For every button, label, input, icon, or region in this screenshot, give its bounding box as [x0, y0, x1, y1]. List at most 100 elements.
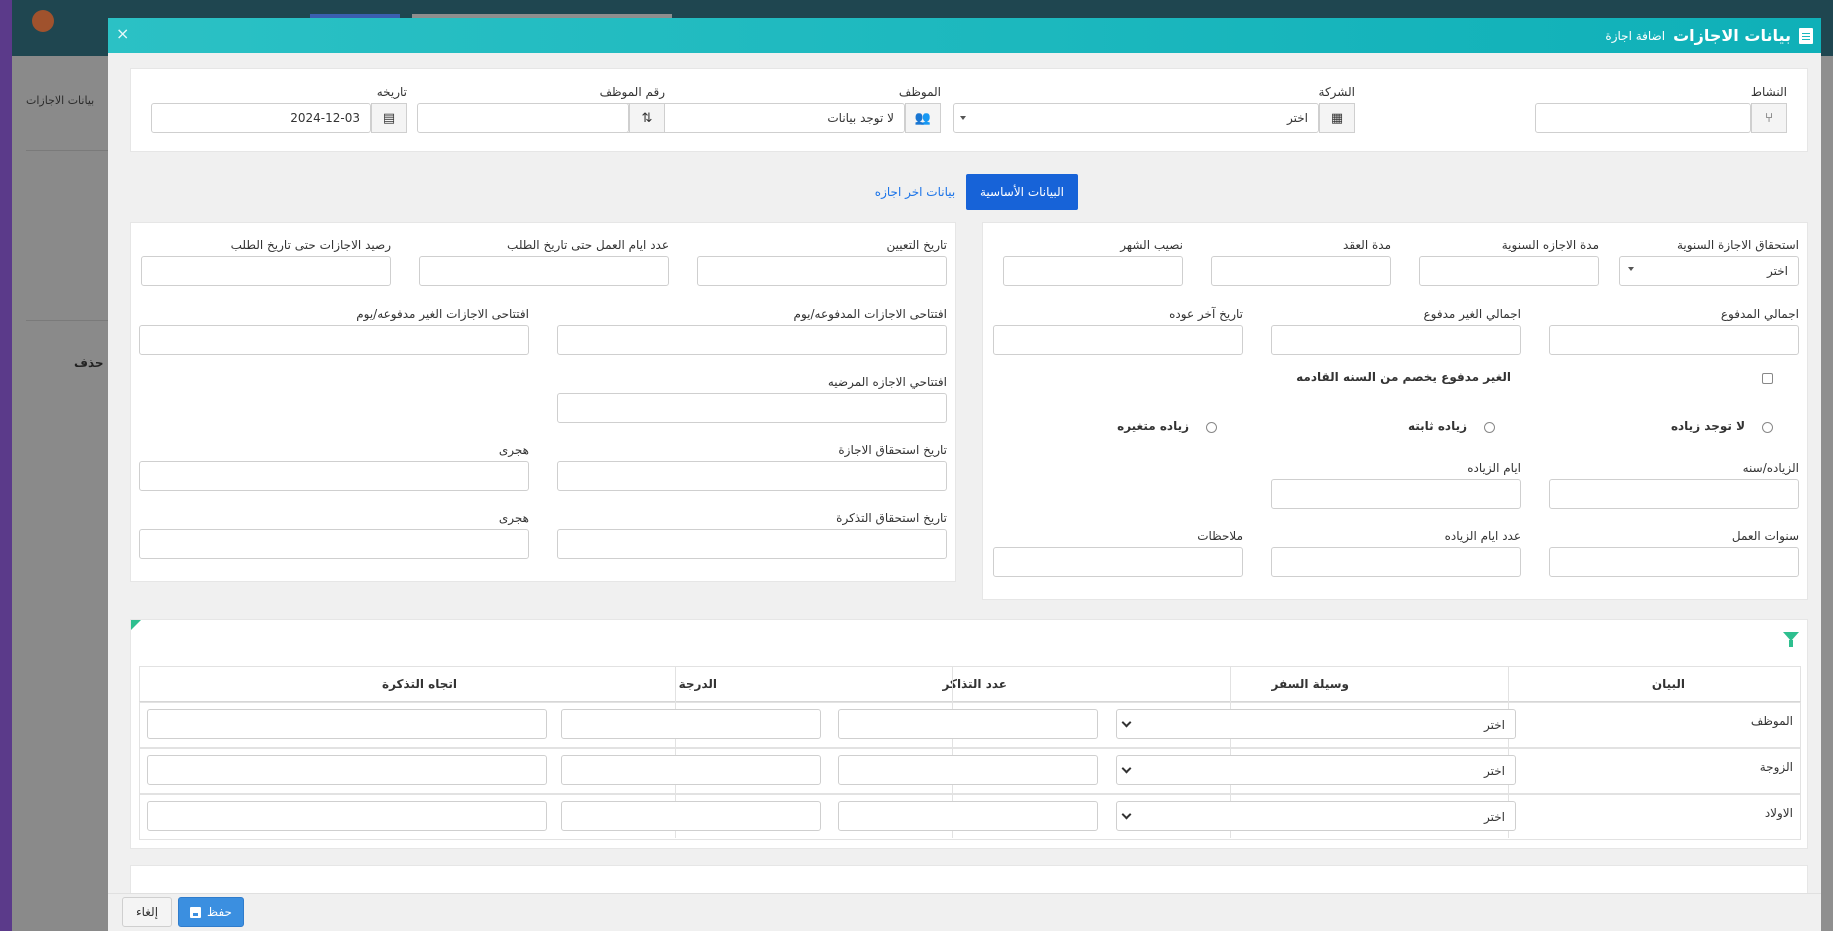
- leave-balance-input[interactable]: [141, 256, 391, 286]
- radio-variable-increase[interactable]: [1206, 422, 1217, 433]
- travel-means-select[interactable]: اختر: [1116, 709, 1516, 739]
- ticket-count-input[interactable]: [838, 709, 1098, 739]
- table-header-description: البيان: [1651, 677, 1685, 691]
- company-addon[interactable]: ▦: [1319, 103, 1355, 133]
- hire-date-label: تاريخ التعيين: [886, 238, 947, 252]
- background-content: [12, 56, 108, 931]
- increase-days-count-input[interactable]: [1271, 547, 1521, 577]
- employee-number-label: رقم الموظف: [599, 85, 665, 99]
- leave-due-date-hijri-input[interactable]: [139, 461, 529, 491]
- company-select[interactable]: اختر: [953, 103, 1319, 133]
- date-label: تاريخه: [376, 85, 407, 99]
- contract-duration-input[interactable]: [1211, 256, 1391, 286]
- travel-means-select[interactable]: اختر: [1116, 755, 1516, 785]
- total-paid-input[interactable]: [1549, 325, 1799, 355]
- leave-data-modal: بيانات الاجازات اضافة اجازة × النشاط ⑂ ا…: [108, 18, 1821, 931]
- ticket-direction-input[interactable]: [147, 755, 547, 785]
- company-label: الشركة: [1318, 85, 1355, 99]
- radio-fixed-increase[interactable]: [1484, 422, 1495, 433]
- chevron-down-icon: [1628, 267, 1634, 271]
- table-row-label: الزوجة: [1759, 760, 1793, 774]
- total-unpaid-label: اجمالي الغير مدفوع: [1423, 307, 1521, 321]
- modal-footer: حفظ إلغاء: [108, 893, 1821, 931]
- employee-addon[interactable]: 👥: [905, 103, 941, 133]
- employee-number-input[interactable]: [417, 103, 629, 133]
- month-share-input[interactable]: [1003, 256, 1183, 286]
- sort-icon: ⇅: [641, 110, 653, 126]
- leave-due-date-input[interactable]: [557, 461, 947, 491]
- ticket-due-date-hijri-input[interactable]: [139, 529, 529, 559]
- background-right-strip: [1819, 56, 1833, 931]
- activity-input[interactable]: [1535, 103, 1751, 133]
- increase-days-input[interactable]: [1271, 479, 1521, 509]
- annual-entitlement-label: استحقاق الاجازة السنوية: [1676, 238, 1799, 252]
- work-years-input[interactable]: [1549, 547, 1799, 577]
- unpaid-deduct-checkbox[interactable]: [1762, 373, 1773, 384]
- class-input[interactable]: [561, 755, 821, 785]
- work-days-label: عدد ايام العمل حتى تاريخ الطلب: [507, 238, 669, 252]
- increase-per-year-input[interactable]: [1549, 479, 1799, 509]
- divider: [26, 320, 108, 321]
- save-button[interactable]: حفظ: [178, 897, 244, 927]
- ticket-due-date-input[interactable]: [557, 529, 947, 559]
- calendar-icon: ▤: [382, 110, 396, 126]
- chevron-down-icon: [1121, 809, 1132, 820]
- table-header-travel-means: وسيلة السفر: [1271, 677, 1349, 691]
- total-unpaid-input[interactable]: [1271, 325, 1521, 355]
- table-header-ticket-direction: اتجاه التذكرة: [381, 677, 457, 691]
- ticket-direction-input[interactable]: [147, 709, 547, 739]
- background-left-strip: [0, 0, 12, 931]
- table-row-label: الاولاد: [1764, 806, 1793, 820]
- corner-marker-icon: [131, 620, 141, 630]
- ticket-count-input[interactable]: [838, 801, 1098, 831]
- class-input[interactable]: [561, 801, 821, 831]
- notes-label: ملاحظات: [1197, 529, 1243, 543]
- increase-days-count-label: عدد ايام الزياده: [1444, 529, 1521, 543]
- opening-unpaid-input[interactable]: [139, 325, 529, 355]
- date-addon[interactable]: ▤: [371, 103, 407, 133]
- sitemap-icon: ⑂: [1765, 110, 1773, 126]
- table-row-label: الموظف: [1750, 714, 1793, 728]
- building-icon: ▦: [1330, 110, 1344, 126]
- hire-date-input[interactable]: [697, 256, 947, 286]
- ticket-count-input[interactable]: [838, 755, 1098, 785]
- travel-means-select[interactable]: اختر: [1116, 801, 1516, 831]
- last-return-date-label: تاريخ آخر عوده: [1169, 307, 1243, 321]
- radio-no-increase[interactable]: [1762, 422, 1773, 433]
- cancel-button[interactable]: إلغاء: [122, 897, 172, 927]
- last-return-date-input[interactable]: [993, 325, 1243, 355]
- delete-column-header: حذف: [74, 356, 104, 370]
- travel-means-value: اختر: [1484, 718, 1505, 732]
- increase-per-year-label: الزياده/سنه: [1742, 461, 1799, 475]
- opening-sick-label: افتتاحي الاجازه المرضيه: [827, 375, 947, 389]
- opening-sick-input[interactable]: [557, 393, 947, 423]
- activity-addon[interactable]: ⑂: [1751, 103, 1787, 133]
- work-days-input[interactable]: [419, 256, 669, 286]
- opening-paid-input[interactable]: [557, 325, 947, 355]
- work-years-label: سنوات العمل: [1731, 529, 1799, 543]
- table-header-class: الدرجة: [678, 677, 717, 691]
- radio-variable-increase-label: زياده متغيره: [1117, 419, 1189, 433]
- notes-input[interactable]: [993, 547, 1243, 577]
- tab-basic-data[interactable]: البيانات الأساسية: [966, 174, 1078, 210]
- divider: [26, 150, 108, 151]
- chevron-down-icon: [1121, 763, 1132, 774]
- contract-duration-label: مدة العقد: [1343, 238, 1391, 252]
- ticket-direction-input[interactable]: [147, 801, 547, 831]
- tickets-table-card: البيان وسيلة السفر عدد التذاكر الدرجة ات…: [130, 619, 1808, 849]
- close-icon[interactable]: ×: [116, 24, 129, 43]
- modal-title-wrap: بيانات الاجازات اضافة اجازة: [1605, 26, 1813, 45]
- breadcrumb: بيانات الاجازات: [26, 94, 95, 107]
- employee-number-addon[interactable]: ⇅: [629, 103, 665, 133]
- tab-last-leave-data[interactable]: بيانات اخر اجازه: [870, 174, 960, 210]
- annual-leave-duration-input[interactable]: [1419, 256, 1599, 286]
- increase-days-label: ايام الزياده: [1467, 461, 1521, 475]
- radio-no-increase-label: لا توجد زياده: [1670, 419, 1745, 433]
- filter-icon[interactable]: [1783, 632, 1799, 647]
- date-input[interactable]: 2024-12-03: [151, 103, 371, 133]
- left-panel-card: تاريخ التعيين عدد ايام العمل حتى تاريخ ا…: [130, 222, 956, 582]
- save-button-label: حفظ: [207, 905, 232, 919]
- annual-entitlement-select[interactable]: اختر: [1619, 256, 1799, 286]
- leave-due-date-label: تاريخ استحقاق الاجازة: [838, 443, 947, 457]
- class-input[interactable]: [561, 709, 821, 739]
